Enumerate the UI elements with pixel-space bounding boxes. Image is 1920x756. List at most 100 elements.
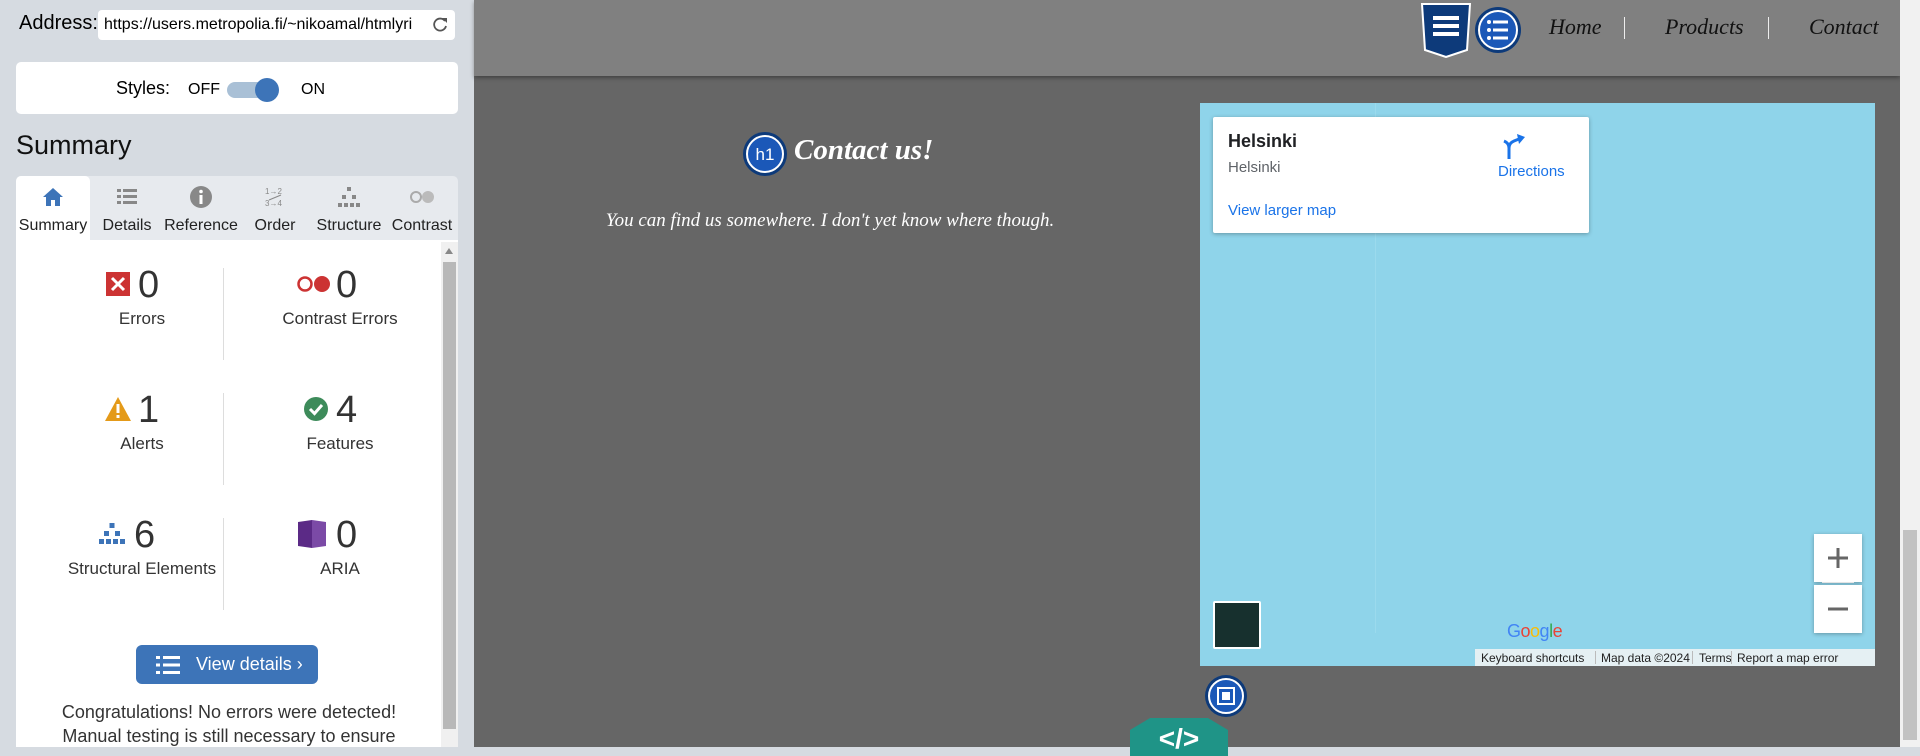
- embedded-map[interactable]: Helsinki Helsinki View larger map Direct…: [1200, 103, 1875, 666]
- sidebar-scrollbar[interactable]: [441, 242, 458, 747]
- tab-label: Contrast: [391, 217, 453, 234]
- list-element-icon[interactable]: [1474, 6, 1522, 54]
- tab-order[interactable]: 1→2 3→4 Order: [238, 176, 312, 240]
- view-details-label: View details ›: [196, 654, 303, 674]
- nav-products[interactable]: Products: [1665, 14, 1744, 40]
- wave-sidebar: Address: Styles: OFF ON Summary Summary: [0, 0, 474, 747]
- tab-label: Summary: [18, 217, 88, 234]
- directions-icon[interactable]: [1498, 131, 1528, 161]
- h1-heading-icon[interactable]: h1: [742, 131, 788, 177]
- zoom-in-button[interactable]: [1814, 534, 1862, 582]
- errors-label: Errors: [118, 309, 166, 328]
- divider: [223, 518, 224, 610]
- zoom-out-button[interactable]: [1814, 585, 1862, 633]
- tab-details[interactable]: Details: [90, 176, 164, 240]
- code-badge-label: </>: [1159, 723, 1199, 754]
- contrast-error-icon: [297, 276, 330, 292]
- view-larger-map-link[interactable]: View larger map: [1228, 202, 1336, 219]
- reload-icon[interactable]: [431, 16, 449, 34]
- svg-text:1→2: 1→2: [265, 187, 282, 196]
- tab-bar: Summary Details Reference 1→2 3→4 Order: [16, 176, 458, 240]
- styles-toggle[interactable]: [225, 78, 279, 102]
- nav-home[interactable]: Home: [1549, 14, 1602, 40]
- tab-contrast[interactable]: Contrast: [386, 176, 458, 240]
- divider: [223, 268, 224, 360]
- keyboard-shortcuts-link[interactable]: Keyboard shortcuts: [1481, 651, 1584, 665]
- styles-off-label: OFF: [188, 81, 220, 98]
- stat-aria[interactable]: 0 ARIA: [240, 490, 440, 600]
- divider: [223, 393, 224, 485]
- tab-reference[interactable]: Reference: [164, 176, 238, 240]
- tab-label: Details: [102, 217, 152, 234]
- site-header: Home Products Contact: [474, 0, 1900, 76]
- alerts-count: 1: [138, 389, 160, 431]
- place-card: Helsinki Helsinki View larger map Direct…: [1213, 117, 1589, 233]
- contrast-icon: [410, 191, 434, 203]
- styles-on-label: ON: [301, 81, 325, 98]
- aria-label: ARIA: [320, 559, 360, 578]
- zoom-divider: [1822, 582, 1854, 583]
- features-count: 4: [336, 389, 358, 431]
- home-icon: [43, 188, 63, 206]
- h1-badge-label: h1: [756, 145, 775, 164]
- code-element-icon[interactable]: </>: [1120, 716, 1238, 756]
- alert-icon: [105, 397, 131, 421]
- report-map-error-link[interactable]: Report a map error: [1737, 651, 1838, 665]
- order-icon: 1→2 3→4: [265, 187, 282, 208]
- view-details-button[interactable]: View details ›: [136, 645, 318, 684]
- map-attribution: Keyboard shortcuts Map data ©2024 Terms …: [1475, 649, 1875, 666]
- address-box: [98, 10, 455, 40]
- structural-label: Structural Elements: [67, 559, 217, 578]
- google-logo: Google: [1507, 621, 1563, 641]
- nav-contact[interactable]: Contact: [1809, 14, 1879, 40]
- page-scrollbar-thumb[interactable]: [1903, 530, 1917, 740]
- place-subtitle: Helsinki: [1228, 159, 1281, 176]
- contrast-errors-count: 0: [336, 264, 358, 306]
- directions-label[interactable]: Directions: [1498, 163, 1565, 180]
- css-styles-icon[interactable]: [1419, 2, 1473, 58]
- nav-separator: [1768, 17, 1769, 39]
- plus-icon: [1828, 548, 1848, 568]
- scrollbar-thumb[interactable]: [443, 262, 456, 729]
- tab-structure[interactable]: Structure: [312, 176, 386, 240]
- styles-label: Styles:: [116, 78, 171, 98]
- styles-toggle-box: Styles: OFF ON: [16, 62, 458, 114]
- structural-count: 6: [134, 514, 156, 556]
- minus-icon: [1828, 607, 1848, 611]
- iframe-icon[interactable]: [1204, 674, 1248, 718]
- errors-count: 0: [138, 264, 160, 306]
- terms-link[interactable]: Terms: [1699, 651, 1732, 665]
- summary-heading: Summary: [16, 130, 132, 160]
- address-input[interactable]: [104, 14, 420, 36]
- stat-alerts[interactable]: 1 Alerts: [42, 365, 242, 475]
- stat-structural[interactable]: 6 Structural Elements: [42, 490, 242, 600]
- features-label: Features: [306, 434, 374, 453]
- attrib-separator: [1731, 651, 1732, 664]
- page-scrollbar[interactable]: [1900, 0, 1920, 747]
- tab-summary[interactable]: Summary: [16, 176, 90, 240]
- svg-text:3→4: 3→4: [265, 199, 282, 208]
- tab-label: Order: [254, 217, 296, 234]
- contrast-errors-label: Contrast Errors: [282, 309, 398, 328]
- page-preview: Home Products Contact h1 Contact us! You…: [474, 0, 1920, 756]
- structure-icon: [99, 523, 125, 544]
- stat-errors[interactable]: 0 Errors: [42, 240, 242, 350]
- feature-icon: [304, 397, 328, 421]
- congrats-line: Congratulations! No errors were detected…: [61, 702, 397, 722]
- map-type-toggle[interactable]: [1213, 601, 1261, 649]
- structure-icon: [338, 187, 360, 207]
- attrib-separator: [1595, 651, 1596, 664]
- address-row: Address:: [0, 0, 474, 50]
- aria-count: 0: [336, 514, 358, 556]
- scroll-up-arrow-icon[interactable]: [445, 248, 453, 254]
- attrib-separator: [1692, 651, 1693, 664]
- summary-content: 0 Errors 0 Contrast Errors 1 Alerts 4 Fe…: [16, 240, 458, 747]
- congrats-message: Congratulations! No errors were detected…: [16, 700, 442, 747]
- toggle-knob: [255, 78, 279, 102]
- nav-separator: [1624, 17, 1625, 39]
- stat-features[interactable]: 4 Features: [240, 365, 440, 475]
- tab-label: Reference: [164, 217, 238, 234]
- aria-icon: [298, 520, 326, 548]
- stat-contrast-errors[interactable]: 0 Contrast Errors: [240, 240, 440, 350]
- error-icon: [106, 272, 130, 296]
